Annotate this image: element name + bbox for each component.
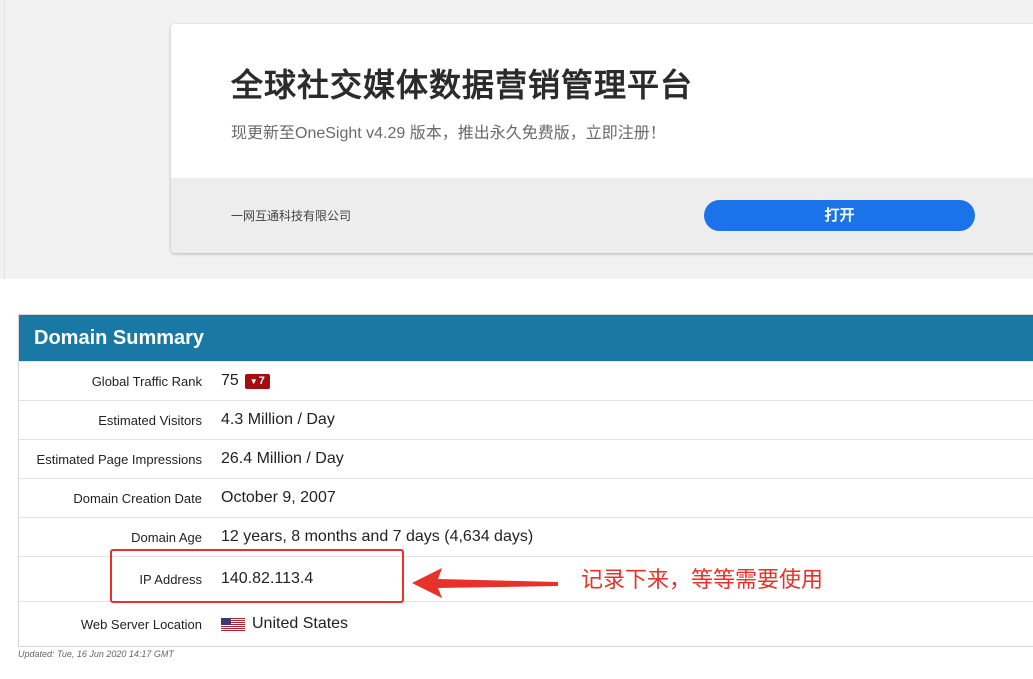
row-label: Global Traffic Rank xyxy=(91,373,202,389)
row-value: October 9, 2007 xyxy=(221,489,336,506)
annotation-text: 记录下来，等等需要使用 xyxy=(581,567,824,592)
row-label: Estimated Page Impressions xyxy=(36,451,202,467)
ip-highlight-box xyxy=(110,549,404,603)
row-value: 4.3 Million / Day xyxy=(221,411,335,428)
ad-footer: 一网互通科技有限公司 打开 xyxy=(171,178,1033,253)
row-label: Estimated Visitors xyxy=(98,412,202,428)
row-label: Web Server Location xyxy=(80,616,202,632)
ad-subtitle: 现更新至OneSight v4.29 版本，推出永久免费版，立即注册！ xyxy=(231,125,666,142)
row-label: Domain Creation Date xyxy=(73,490,202,506)
divider xyxy=(4,0,5,279)
down-arrow-icon: ▼ xyxy=(249,376,258,386)
left-arrow-icon xyxy=(412,568,558,598)
open-button[interactable]: 打开 xyxy=(704,200,975,231)
table-row: Domain Creation Date October 9, 2007 xyxy=(19,478,1033,517)
table-row: Estimated Visitors 4.3 Million / Day xyxy=(19,400,1033,439)
rank-change-badge: ▼7 xyxy=(244,373,270,389)
server-location-value: United States xyxy=(252,615,349,632)
ad-card[interactable]: 全球社交媒体数据营销管理平台 现更新至OneSight v4.29 版本，推出永… xyxy=(171,24,1033,253)
table-row: Global Traffic Rank 75 ▼7 xyxy=(19,361,1033,400)
ad-area: 全球社交媒体数据营销管理平台 现更新至OneSight v4.29 版本，推出永… xyxy=(0,0,1033,279)
traffic-rank-value: 75 xyxy=(221,372,239,389)
row-value: 75 ▼7 xyxy=(221,362,270,400)
row-value: 26.4 Million / Day xyxy=(221,450,344,467)
summary-header: Domain Summary xyxy=(19,315,1033,361)
page: 全球社交媒体数据营销管理平台 现更新至OneSight v4.29 版本，推出永… xyxy=(0,0,1033,679)
table-row: Estimated Page Impressions 26.4 Million … xyxy=(19,439,1033,478)
rank-change-value: 7 xyxy=(258,374,265,387)
table-row: Web Server Location United States xyxy=(19,601,1033,646)
updated-timestamp: Updated: Tue, 16 Jun 2020 14:17 GMT xyxy=(18,649,174,659)
ad-company: 一网互通科技有限公司 xyxy=(231,209,352,223)
us-flag-icon xyxy=(221,617,245,631)
ad-title: 全球社交媒体数据营销管理平台 xyxy=(231,67,694,103)
row-value: United States xyxy=(221,602,348,646)
